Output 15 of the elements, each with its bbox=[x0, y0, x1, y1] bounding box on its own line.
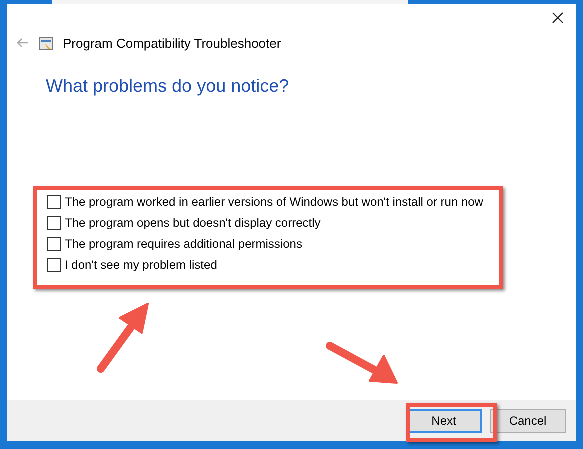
option-label[interactable]: I don't see my problem listed bbox=[65, 258, 218, 272]
pointer-arrow bbox=[97, 303, 149, 373]
checkbox[interactable] bbox=[47, 195, 61, 209]
cancel-button[interactable]: Cancel bbox=[490, 408, 566, 432]
checkbox[interactable] bbox=[47, 216, 61, 230]
pointer-arrow bbox=[326, 342, 398, 384]
checkbox[interactable] bbox=[47, 258, 61, 272]
option-label[interactable]: The program requires additional permissions bbox=[65, 237, 302, 251]
window-title: Program Compatibility Troubleshooter bbox=[63, 36, 282, 50]
option-label[interactable]: The program worked in earlier versions of Windows but won't install or run now bbox=[65, 195, 484, 209]
troubleshooter-icon bbox=[39, 36, 53, 50]
checkbox[interactable] bbox=[47, 237, 61, 251]
close-icon[interactable] bbox=[552, 12, 564, 24]
option-label[interactable]: The program opens but doesn't display correctly bbox=[65, 216, 321, 230]
page-heading: What problems do you notice? bbox=[46, 76, 290, 97]
